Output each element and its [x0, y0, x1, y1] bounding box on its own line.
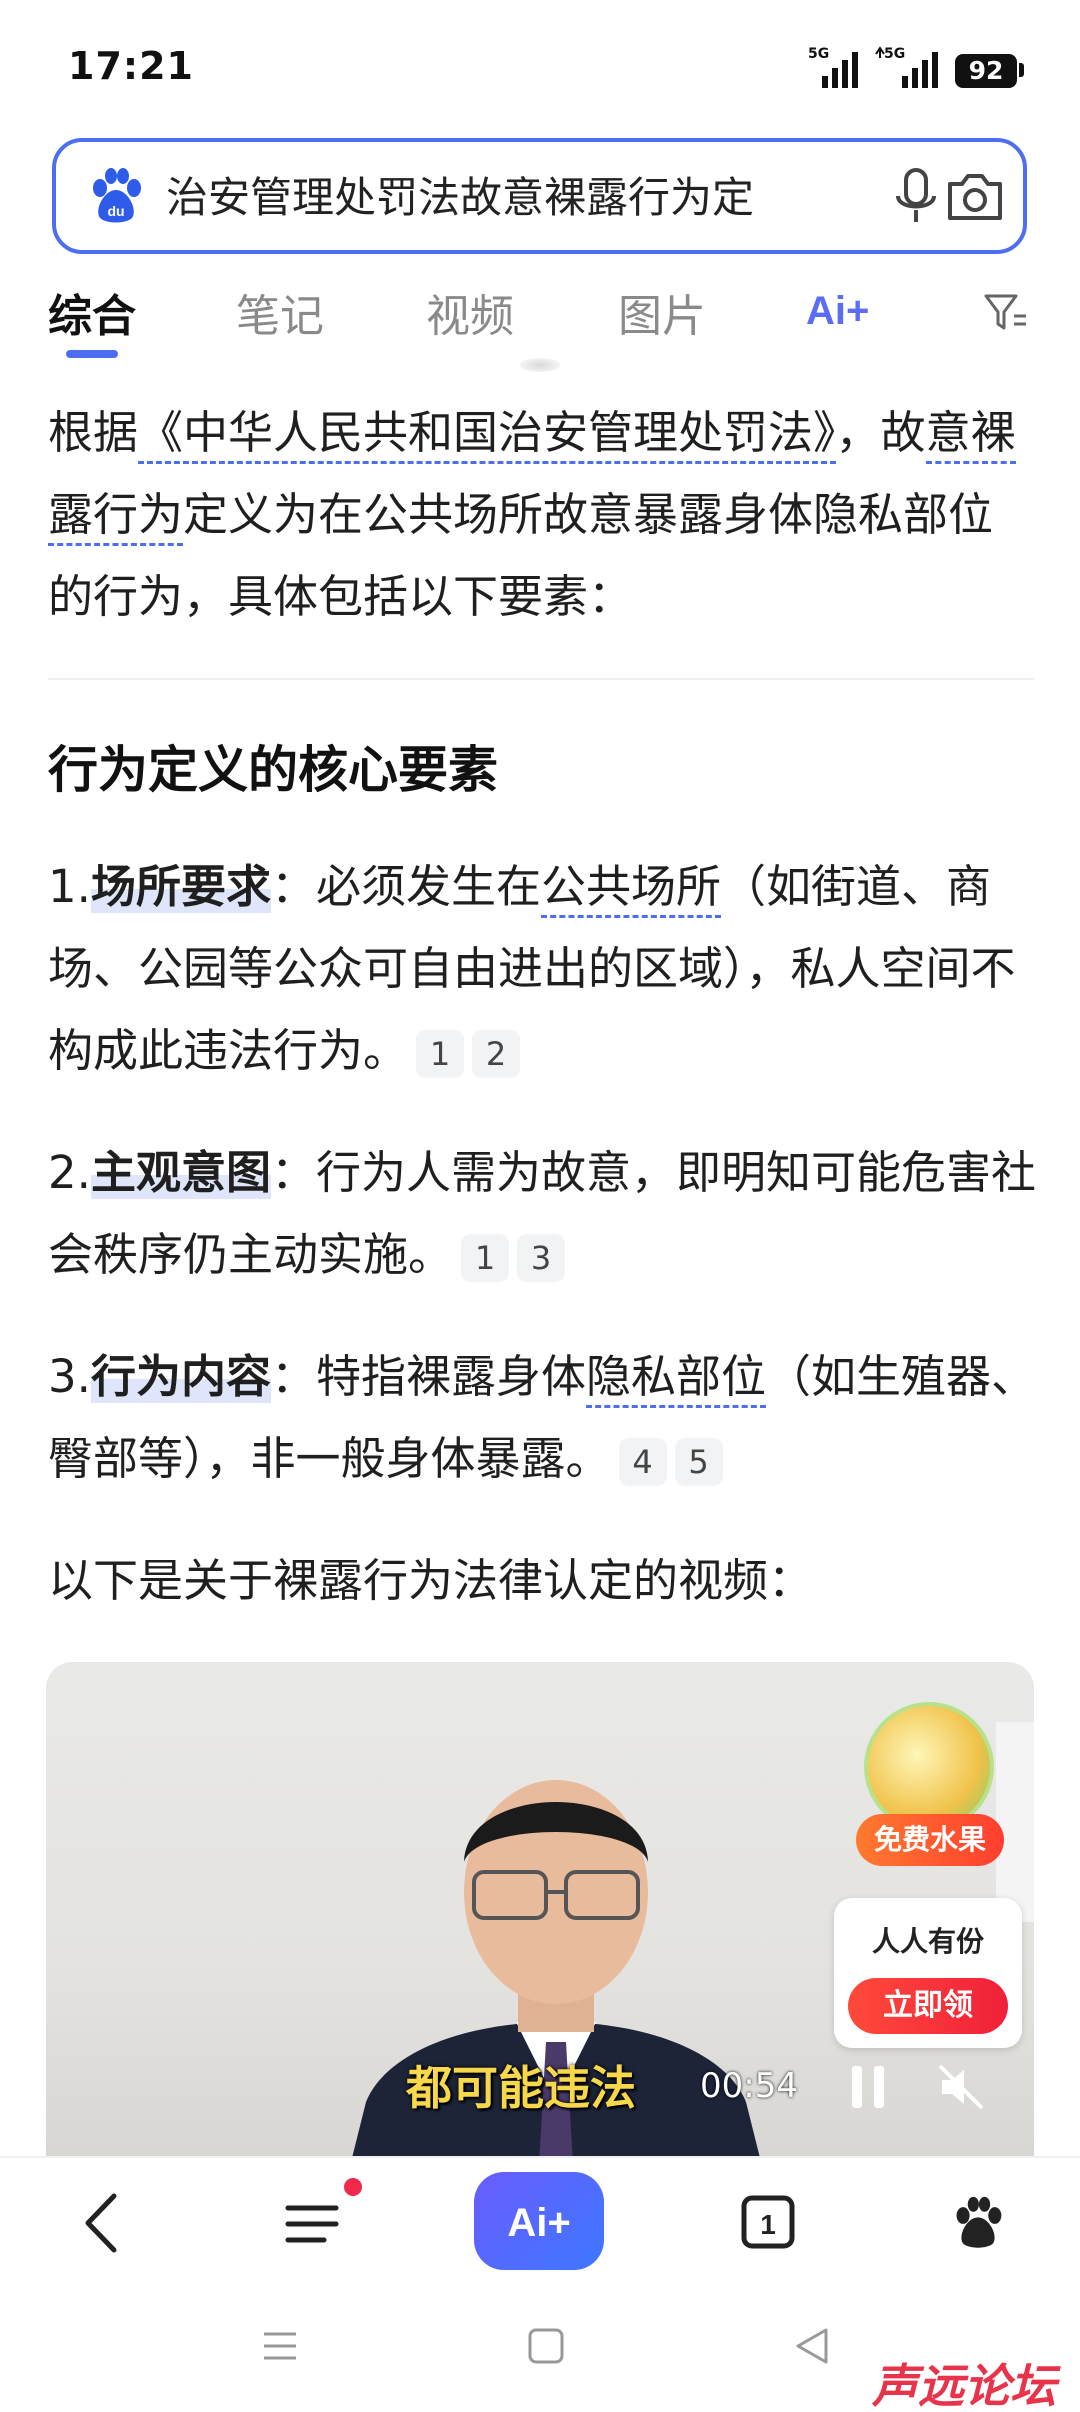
item-colon: ： — [270, 1350, 316, 1403]
svg-text:du: du — [107, 203, 124, 219]
video-intro: 以下是关于裸露行为法律认定的视频： — [48, 1554, 814, 1607]
back-icon[interactable] — [78, 2188, 128, 2258]
item-colon: ： — [270, 1146, 316, 1199]
forum-watermark: 声远论坛 — [872, 2359, 1056, 2412]
status-bar: 17:21 5G 5G 92 — [0, 0, 1080, 130]
baidu-paw-icon: du — [93, 168, 141, 223]
item-keyword[interactable]: 主观意图 — [90, 1146, 271, 1199]
reference-badge[interactable]: 1 — [461, 1234, 510, 1282]
mute-icon[interactable] — [936, 2062, 986, 2112]
list-item: 2.主观意图：行为人需为故意，即明知可能危害社会秩序仍主动实施。 1 3 — [48, 1132, 1038, 1296]
ai-icon: Ai+ — [507, 2201, 570, 2245]
section-heading: 行为定义的核心要素 — [48, 741, 498, 799]
reference-badge[interactable]: 4 — [618, 1438, 667, 1486]
reference-badge[interactable]: 1 — [416, 1030, 465, 1078]
promo-text: 人人有份 — [871, 1925, 984, 1958]
intro-text-3: 定义为在公共场所故意暴露身体隐私部位的行为，具体包括以下要素： — [48, 488, 994, 623]
microphone-icon[interactable] — [886, 164, 946, 230]
item-text: 特指裸露身体 — [315, 1350, 586, 1403]
search-box[interactable]: du 治安管理处罚法故意裸露行为定 — [52, 138, 1027, 254]
intro-paragraph: 根据《中华人民共和国治安管理处罚法》，故意裸露行为定义为在公共场所故意暴露身体隐… — [48, 392, 1038, 638]
recent-apps-icon[interactable] — [260, 2326, 300, 2366]
loading-shadow — [520, 358, 560, 372]
video-subtitle: 都可能违法 — [406, 2061, 636, 2115]
intro-text-1: 根据 — [48, 406, 139, 459]
list-item: 1.场所要求：必须发生在公共场所（如街道、商场、公园等公众可自由进出的区域），私… — [48, 846, 1038, 1092]
item-number: 3. — [48, 1350, 91, 1403]
public-place-link[interactable]: 公共场所 — [540, 860, 721, 918]
promo-card[interactable]: 人人有份 立即领 — [834, 1898, 1022, 2048]
battery-tip — [1019, 63, 1024, 77]
baidu-home-icon[interactable] — [950, 2188, 1006, 2258]
fruit-promo-icon[interactable] — [864, 1702, 994, 1832]
battery-indicator: 92 — [955, 54, 1017, 88]
ai-assistant-button[interactable]: Ai+ — [474, 2172, 604, 2270]
item-number: 1. — [48, 860, 91, 913]
video-player[interactable]: 免费水果 人人有份 立即领 都可能违法 00:54 — [46, 1662, 1034, 2162]
reference-badge[interactable]: 3 — [517, 1234, 566, 1282]
tabs-count-icon[interactable]: 1 — [740, 2188, 796, 2258]
intro-text-2: ，故 — [835, 406, 926, 459]
reference-badge[interactable]: 5 — [674, 1438, 723, 1486]
list-item: 3.行为内容：特指裸露身体隐私部位（如生殖器、臀部等），非一般身体暴露。 4 5 — [48, 1336, 1038, 1500]
tab-ai[interactable]: Ai+ — [806, 284, 886, 334]
fruit-promo-label[interactable]: 免费水果 — [856, 1814, 1004, 1866]
divider — [48, 678, 1034, 680]
claim-button[interactable]: 立即领 — [848, 1978, 1008, 2034]
tab-images[interactable]: 图片 — [618, 280, 706, 344]
item-colon: ： — [270, 860, 316, 913]
clock: 17:21 — [68, 44, 194, 88]
filter-icon[interactable] — [982, 288, 1028, 336]
item-text: 必须发生在 — [315, 860, 541, 913]
result-tabs: 综合 笔记 视频 图片 Ai+ — [0, 270, 1080, 360]
video-duration: 00:54 — [700, 2066, 798, 2106]
item-keyword[interactable]: 行为内容 — [90, 1350, 271, 1403]
search-input[interactable]: 治安管理处罚法故意裸露行为定 — [166, 168, 876, 228]
menu-icon[interactable] — [284, 2188, 340, 2258]
reference-badge[interactable]: 2 — [472, 1030, 521, 1078]
pause-icon[interactable] — [846, 2062, 890, 2112]
tab-all[interactable]: 综合 — [48, 280, 136, 344]
svg-text:Ai+: Ai+ — [806, 289, 869, 333]
notification-dot — [344, 2178, 362, 2196]
active-tab-underline — [66, 350, 118, 358]
tab-notes[interactable]: 笔记 — [236, 280, 324, 344]
home-icon[interactable] — [526, 2326, 566, 2366]
item-keyword[interactable]: 场所要求 — [90, 860, 271, 913]
nav-back-icon[interactable] — [792, 2326, 832, 2366]
tab-videos[interactable]: 视频 — [426, 280, 514, 344]
video-side-strip — [996, 1722, 1034, 1922]
law-link[interactable]: 《中华人民共和国治安管理处罚法》 — [138, 406, 836, 464]
camera-icon[interactable] — [942, 166, 1008, 228]
private-part-link[interactable]: 隐私部位 — [585, 1350, 766, 1408]
svg-text:1: 1 — [760, 2209, 776, 2240]
item-number: 2. — [48, 1146, 91, 1199]
svg-text:Ai+: Ai+ — [507, 2201, 570, 2245]
bottom-toolbar: Ai+ 1 — [0, 2156, 1080, 2286]
